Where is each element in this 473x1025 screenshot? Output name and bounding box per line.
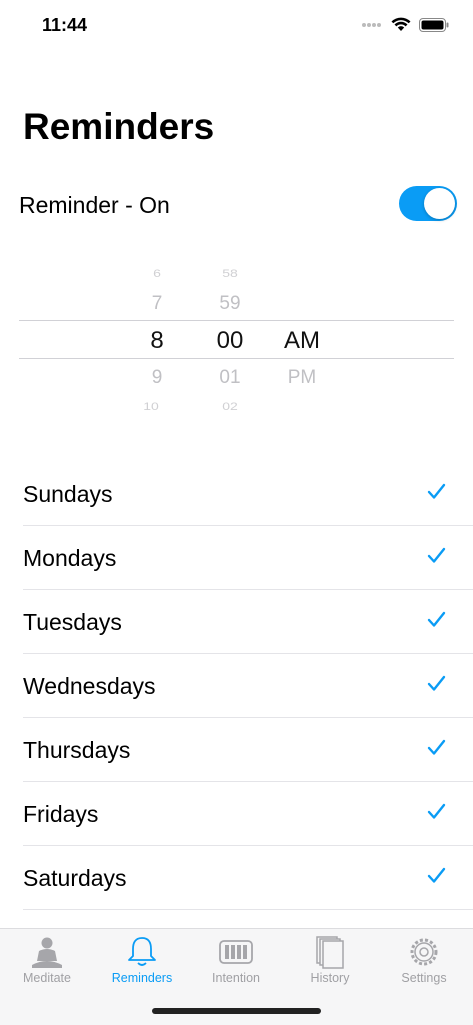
checkmark-icon: [427, 867, 446, 883]
minute-option[interactable]: 02: [200, 400, 260, 413]
hour-option[interactable]: 9: [127, 367, 187, 389]
checkmark-icon: [427, 611, 446, 627]
meditate-icon: [32, 937, 62, 968]
reminder-toggle-switch[interactable]: [399, 186, 457, 221]
day-label: Thursdays: [23, 737, 131, 763]
day-row-monday[interactable]: Mondays: [23, 526, 473, 590]
page-title: Reminders: [23, 106, 215, 147]
day-label: Sundays: [23, 481, 113, 507]
minute-option[interactable]: 01: [200, 367, 260, 389]
battery-icon: [419, 17, 449, 32]
intention-icon: [219, 940, 253, 964]
checkmark-icon: [427, 803, 446, 819]
tab-label: Intention: [212, 971, 260, 985]
day-list: Sundays Mondays Tuesdays Wednesdays Thur…: [23, 462, 473, 910]
day-label: Tuesdays: [23, 609, 122, 635]
tab-history[interactable]: History: [283, 929, 377, 989]
day-row-saturday[interactable]: Saturdays: [23, 846, 473, 910]
checkmark-icon: [427, 739, 446, 755]
minute-option[interactable]: 58: [200, 267, 260, 280]
toggle-knob: [424, 188, 455, 219]
tab-reminders[interactable]: Reminders: [95, 929, 189, 989]
signal-icon: [362, 22, 381, 27]
tab-label: Settings: [401, 971, 447, 985]
day-row-sunday[interactable]: Sundays: [23, 462, 473, 526]
day-row-thursday[interactable]: Thursdays: [23, 718, 473, 782]
hour-option[interactable]: 6: [127, 267, 187, 280]
day-label: Fridays: [23, 801, 99, 827]
checkmark-icon: [427, 547, 446, 563]
checkmark-icon: [427, 483, 446, 499]
day-label: Wednesdays: [23, 673, 156, 699]
bell-icon: [128, 937, 156, 966]
period-option-selected[interactable]: AM: [272, 327, 332, 355]
day-label: Mondays: [23, 545, 117, 571]
day-row-tuesday[interactable]: Tuesdays: [23, 590, 473, 654]
checkmark-icon: [427, 675, 446, 691]
home-indicator[interactable]: [152, 1008, 321, 1014]
status-time: 11:44: [42, 15, 88, 35]
tab-settings[interactable]: Settings: [377, 929, 471, 989]
reminder-toggle-row: Reminder - On: [19, 186, 457, 224]
day-row-friday[interactable]: Fridays: [23, 782, 473, 846]
status-icons: [361, 17, 449, 32]
tab-intention[interactable]: Intention: [189, 929, 283, 989]
minute-option-selected[interactable]: 00: [200, 327, 260, 355]
time-picker[interactable]: 6 7 8 9 10 58 59 00 01 02 AM PM: [19, 258, 454, 418]
hour-option[interactable]: 7: [127, 293, 187, 315]
history-icon: [316, 936, 344, 969]
reminder-toggle-label: Reminder - On: [19, 192, 170, 218]
minute-option[interactable]: 59: [200, 293, 260, 315]
gear-icon: [410, 938, 438, 966]
day-row-wednesday[interactable]: Wednesdays: [23, 654, 473, 718]
hour-option[interactable]: 10: [121, 400, 181, 413]
period-option[interactable]: PM: [272, 367, 332, 389]
tab-meditate[interactable]: Meditate: [0, 929, 94, 989]
hour-option-selected[interactable]: 8: [127, 327, 187, 355]
wifi-icon: [391, 17, 411, 31]
tab-label: Meditate: [23, 971, 71, 985]
tab-label: Reminders: [111, 971, 173, 985]
tab-label: History: [310, 971, 350, 985]
day-label: Saturdays: [23, 865, 127, 891]
status-bar: 11:44: [0, 0, 473, 50]
